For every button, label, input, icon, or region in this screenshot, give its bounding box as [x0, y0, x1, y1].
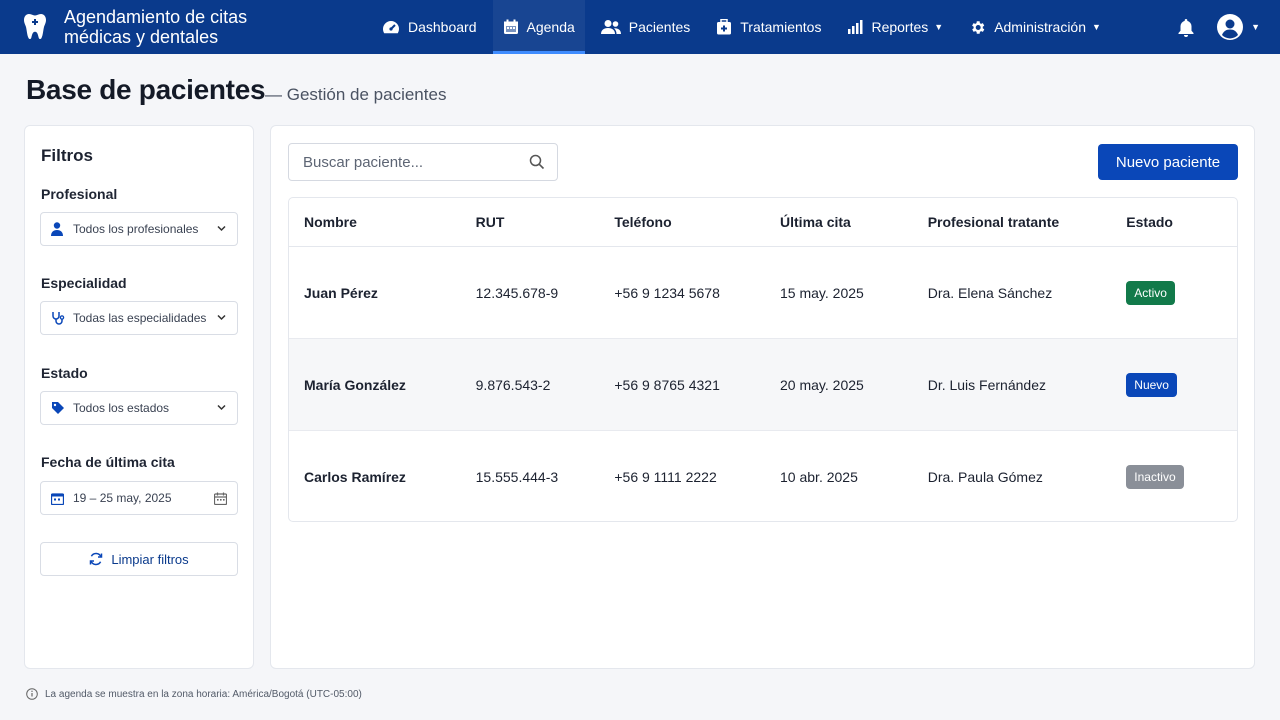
column-header-ultima-cita[interactable]: Última cita	[765, 214, 913, 230]
top-navigation-bar: Agendamiento de citas médicas y dentales…	[0, 0, 1280, 54]
filter-profesional-label: Profesional	[41, 186, 118, 202]
bar-chart-icon	[847, 19, 863, 35]
filter-especialidad-label: Especialidad	[41, 275, 127, 291]
app-title: Agendamiento de citas médicas y dentales	[64, 7, 248, 47]
search-input[interactable]	[303, 153, 513, 171]
chevron-down-icon	[216, 312, 227, 323]
cell-telefono: +56 9 1111 2222	[614, 469, 717, 485]
cell-nombre: María González	[304, 376, 406, 393]
user-avatar-icon	[1217, 14, 1244, 40]
nav-agenda[interactable]: Agenda	[492, 0, 586, 54]
timezone-note: La agenda se muestra en la zona horaria:…	[26, 688, 362, 700]
chevron-down-icon	[216, 223, 227, 234]
table-row[interactable]: Juan Pérez 12.345.678-9 +56 9 1234 5678 …	[289, 247, 1237, 339]
filter-especialidad-value: Todas las especialidades	[73, 311, 207, 325]
column-header-profesional[interactable]: Profesional tratante	[913, 214, 1112, 230]
refresh-icon	[89, 552, 103, 566]
filter-especialidad-select[interactable]: Todas las especialidades	[40, 301, 238, 335]
main-nav: Dashboard Agenda Pacientes Tratamientos …	[372, 0, 1117, 54]
clear-filters-button[interactable]: Limpiar filtros	[40, 542, 238, 576]
page-title: Base de pacientes	[26, 74, 266, 105]
bell-icon[interactable]	[1177, 18, 1195, 37]
status-badge: Inactivo	[1126, 465, 1184, 489]
cell-nombre: Juan Pérez	[304, 284, 378, 301]
new-patient-button[interactable]: Nuevo paciente	[1098, 144, 1238, 180]
user-area: ▼	[1177, 0, 1260, 54]
nav-dashboard[interactable]: Dashboard	[372, 0, 487, 54]
nav-pacientes[interactable]: Pacientes	[591, 0, 700, 54]
cell-profesional: Dra. Paula Gómez	[927, 469, 1043, 485]
clear-filters-label: Limpiar filtros	[111, 551, 189, 567]
nav-label: Tratamientos	[740, 19, 822, 35]
users-icon	[600, 19, 621, 35]
cell-telefono: +56 9 1234 5678	[614, 284, 720, 301]
cell-estado: Nuevo	[1111, 372, 1237, 397]
cell-profesional: Dra. Elena Sánchez	[927, 284, 1053, 301]
nav-label: Reportes	[871, 19, 929, 35]
cell-rut: 9.876.543-2	[475, 376, 551, 393]
info-icon	[26, 688, 38, 700]
filter-estado-select[interactable]: Todos los estados	[40, 391, 238, 425]
cell-telefono: +56 9 8765 4321	[614, 376, 720, 393]
filter-estado-label: Estado	[41, 365, 88, 381]
cell-ultima-cita: 20 may. 2025	[780, 376, 864, 393]
gauge-icon	[382, 19, 400, 35]
cell-ultima-cita: 10 abr. 2025	[780, 469, 858, 485]
nav-label: Pacientes	[628, 19, 691, 35]
calendar-picker-icon[interactable]	[214, 492, 227, 505]
patients-panel: Nuevo paciente Nombre RUT Teléfono Últim…	[270, 125, 1255, 669]
caret-down-icon: ▼	[934, 22, 944, 32]
filter-profesional-value: Todos los profesionales	[73, 222, 199, 236]
first-aid-icon	[716, 19, 732, 35]
stethoscope-icon	[51, 311, 65, 325]
table-row[interactable]: María González 9.876.543-2 +56 9 8765 43…	[289, 339, 1237, 431]
nav-label: Agenda	[526, 19, 575, 35]
status-badge: Nuevo	[1126, 372, 1177, 397]
cell-nombre: Carlos Ramírez	[304, 469, 406, 485]
filters-panel: Filtros Profesional Todos los profesiona…	[24, 125, 254, 669]
column-header-estado[interactable]: Estado	[1111, 214, 1237, 230]
filter-fecha-label: Fecha de última cita	[41, 454, 175, 470]
column-header-rut[interactable]: RUT	[461, 214, 600, 230]
cell-estado: Inactivo	[1111, 465, 1237, 489]
status-badge: Activo	[1126, 280, 1175, 305]
column-header-nombre[interactable]: Nombre	[289, 214, 461, 230]
nav-label: Dashboard	[408, 19, 477, 35]
tooth-logo-icon	[20, 12, 50, 42]
nav-label: Administración	[994, 19, 1087, 35]
brand[interactable]: Agendamiento de citas médicas y dentales	[0, 7, 360, 47]
tag-icon	[51, 401, 65, 415]
cell-rut: 15.555.444-3	[475, 469, 559, 485]
calendar-icon	[503, 19, 519, 35]
patients-table: Nombre RUT Teléfono Última cita Profesio…	[288, 197, 1238, 522]
search-box[interactable]	[288, 143, 558, 181]
gear-icon	[969, 19, 986, 36]
cell-rut: 12.345.678-9	[475, 284, 559, 301]
nav-tratamientos[interactable]: Tratamientos	[706, 0, 831, 54]
filters-title: Filtros	[41, 146, 93, 165]
nav-administracion[interactable]: Administración ▼	[959, 0, 1111, 54]
cell-ultima-cita: 15 may. 2025	[780, 284, 864, 301]
caret-down-icon: ▼	[1251, 22, 1260, 32]
table-row[interactable]: Carlos Ramírez 15.555.444-3 +56 9 1111 2…	[289, 431, 1237, 521]
filter-fecha-input[interactable]: 19 – 25 may, 2025	[40, 481, 238, 515]
search-icon[interactable]	[529, 154, 545, 170]
chevron-down-icon	[216, 402, 227, 413]
table-header: Nombre RUT Teléfono Última cita Profesio…	[289, 198, 1237, 247]
timezone-note-text: La agenda se muestra en la zona horaria:…	[45, 688, 362, 700]
column-header-telefono[interactable]: Teléfono	[599, 214, 765, 230]
user-menu[interactable]: ▼	[1217, 14, 1260, 40]
filter-fecha-value: 19 – 25 may, 2025	[73, 491, 172, 505]
page-subtitle: — Gestión de pacientes	[265, 85, 447, 104]
nav-reportes[interactable]: Reportes ▼	[837, 0, 953, 54]
filter-estado-value: Todos los estados	[73, 401, 170, 415]
cell-estado: Activo	[1111, 280, 1237, 305]
cell-profesional: Dr. Luis Fernández	[927, 376, 1046, 393]
caret-down-icon: ▼	[1092, 22, 1101, 32]
calendar-icon	[51, 492, 65, 505]
user-icon	[51, 222, 65, 236]
filter-profesional-select[interactable]: Todos los profesionales	[40, 212, 238, 246]
